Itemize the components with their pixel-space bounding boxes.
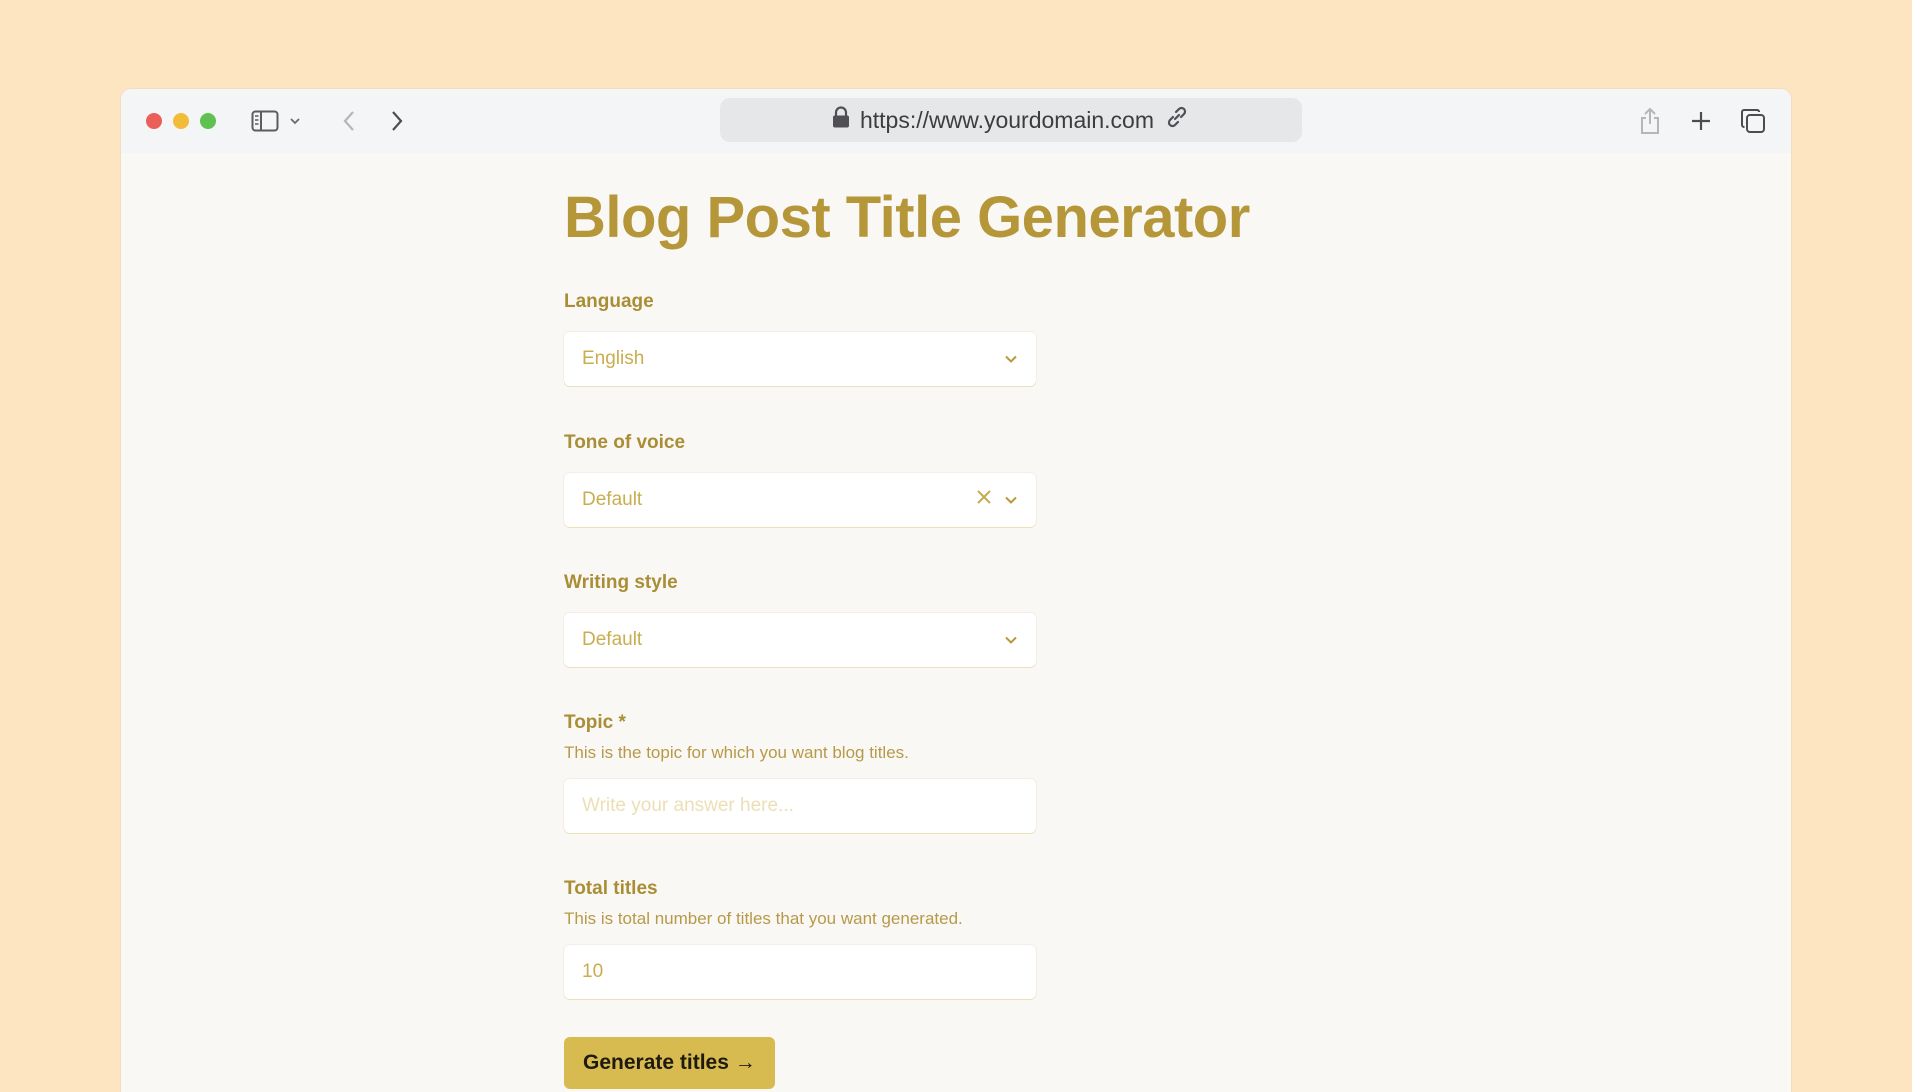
generate-titles-button[interactable]: Generate titles → <box>564 1037 775 1089</box>
close-window-button[interactable] <box>146 113 162 129</box>
plus-icon[interactable] <box>1687 108 1715 134</box>
lock-icon <box>832 106 850 134</box>
topic-label: Topic * <box>564 712 626 733</box>
style-label: Writing style <box>564 572 678 593</box>
total-titles-value: 10 <box>582 961 604 982</box>
chevron-down-icon[interactable] <box>1004 348 1018 370</box>
topic-help-text: This is the topic for which you want blo… <box>564 743 909 762</box>
chevron-down-icon[interactable] <box>287 108 303 134</box>
share-icon[interactable] <box>1636 107 1664 134</box>
topic-placeholder: Write your answer here... <box>582 795 794 816</box>
page-content: Blog Post Title Generator Language Engli… <box>121 153 1791 1092</box>
style-select[interactable]: Default <box>564 613 1036 667</box>
link-icon[interactable] <box>1164 104 1190 136</box>
forward-icon[interactable] <box>383 108 411 134</box>
language-label: Language <box>564 291 654 312</box>
browser-window: https://www.yourdomain.com Blog Post Tit… <box>121 89 1791 1092</box>
chevron-down-icon[interactable] <box>1004 629 1018 651</box>
language-select[interactable]: English <box>564 332 1036 386</box>
language-value: English <box>582 348 645 369</box>
page-title: Blog Post Title Generator <box>564 185 1250 250</box>
address-bar[interactable]: https://www.yourdomain.com <box>720 98 1302 142</box>
total-titles-input[interactable]: 10 <box>564 945 1036 999</box>
back-icon[interactable] <box>335 108 363 134</box>
topic-input[interactable]: Write your answer here... <box>564 779 1036 833</box>
style-value: Default <box>582 629 643 650</box>
sidebar-icon[interactable] <box>251 108 279 134</box>
maximize-window-button[interactable] <box>200 113 216 129</box>
tone-select[interactable]: Default <box>564 473 1036 527</box>
total-titles-help-text: This is total number of titles that you … <box>564 909 963 928</box>
tabs-icon[interactable] <box>1739 108 1767 134</box>
chevron-down-icon[interactable] <box>1004 489 1018 511</box>
url-text: https://www.yourdomain.com <box>859 106 1154 133</box>
minimize-window-button[interactable] <box>173 113 189 129</box>
clear-icon[interactable] <box>976 489 992 511</box>
tone-value: Default <box>582 489 643 510</box>
total-titles-label: Total titles <box>564 878 658 899</box>
tone-label: Tone of voice <box>564 432 686 453</box>
browser-toolbar: https://www.yourdomain.com <box>121 89 1791 153</box>
